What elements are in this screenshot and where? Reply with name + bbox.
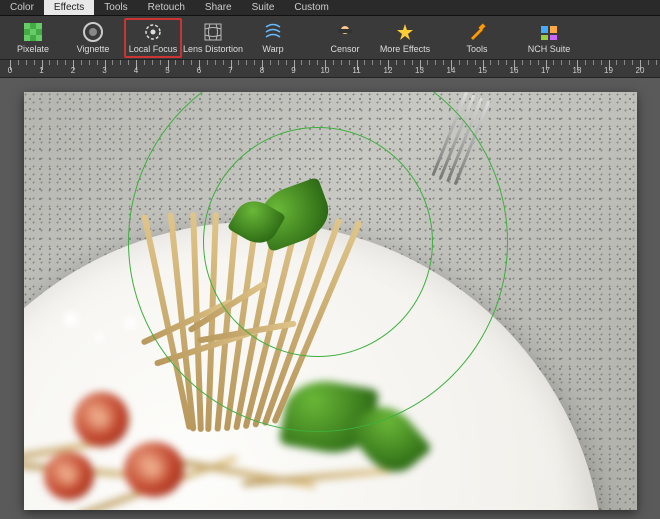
menu-custom[interactable]: Custom	[284, 0, 338, 15]
menu-suite[interactable]: Suite	[242, 0, 285, 15]
pixelate-icon	[23, 22, 43, 42]
tool-label: Tools	[466, 44, 487, 54]
toolbar: Pixelate Vignette Local Focus Lens Disto…	[0, 16, 660, 60]
menu-retouch[interactable]: Retouch	[138, 0, 195, 15]
vignette-button[interactable]: Vignette	[64, 18, 122, 58]
menu-effects[interactable]: Effects	[44, 0, 94, 15]
ruler-horizontal: 01234567891011121314151617181920	[0, 60, 660, 78]
warp-button[interactable]: Warp	[244, 18, 302, 58]
tool-label: NCH Suite	[528, 44, 571, 54]
menu-tools[interactable]: Tools	[94, 0, 137, 15]
tool-label: Censor	[330, 44, 359, 54]
tool-label: Warp	[262, 44, 283, 54]
censor-icon	[335, 22, 355, 42]
pasta-twirl	[144, 212, 394, 492]
tool-label: Lens Distortion	[183, 44, 243, 54]
warp-icon	[263, 22, 283, 42]
vignette-icon	[83, 22, 103, 42]
menu-color[interactable]: Color	[0, 0, 44, 15]
local-focus-icon	[143, 22, 163, 42]
tool-label: Local Focus	[129, 44, 178, 54]
more-effects-icon	[395, 22, 415, 42]
nch-suite-button[interactable]: NCH Suite	[520, 18, 578, 58]
lens-distortion-button[interactable]: Lens Distortion	[184, 18, 242, 58]
tool-label: Pixelate	[17, 44, 49, 54]
nch-suite-icon	[539, 22, 559, 42]
menu-bar: Color Effects Tools Retouch Share Suite …	[0, 0, 660, 16]
pixelate-button[interactable]: Pixelate	[4, 18, 62, 58]
censor-button[interactable]: Censor	[316, 18, 374, 58]
menu-share[interactable]: Share	[195, 0, 242, 15]
image-canvas[interactable]	[24, 92, 637, 510]
more-effects-button[interactable]: More Effects	[376, 18, 434, 58]
tool-label: More Effects	[380, 44, 430, 54]
tools-icon	[467, 22, 487, 42]
photo-content	[24, 92, 637, 510]
tools-button[interactable]: Tools	[448, 18, 506, 58]
canvas-area	[0, 78, 660, 519]
tool-label: Vignette	[77, 44, 110, 54]
lens-distortion-icon	[203, 22, 223, 42]
local-focus-button[interactable]: Local Focus	[124, 18, 182, 58]
